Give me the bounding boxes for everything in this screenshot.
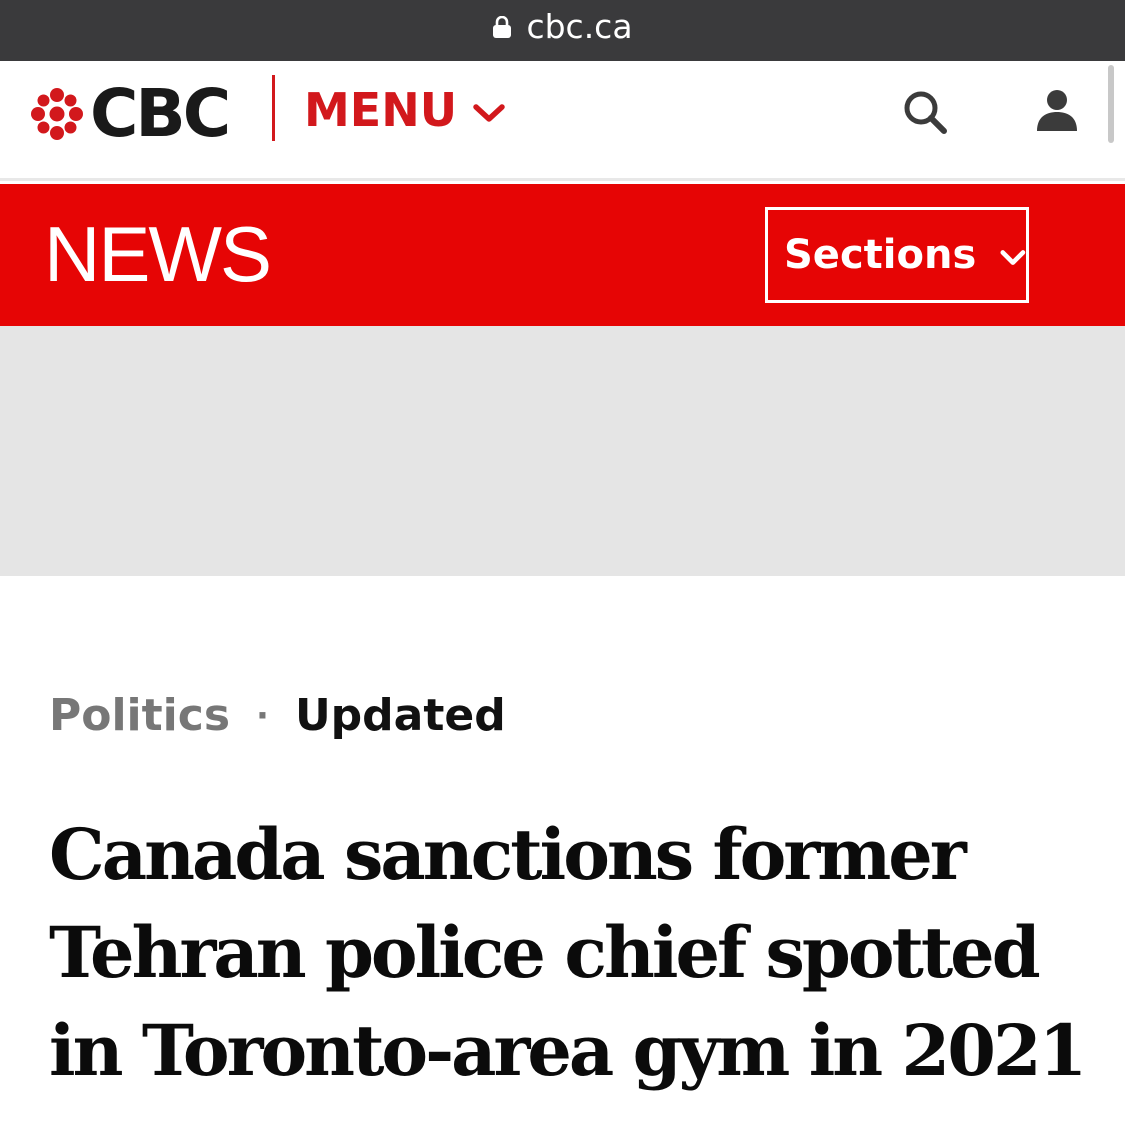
article-meta: Politics · Updated [49, 690, 506, 741]
account-icon[interactable] [1034, 87, 1080, 133]
search-icon[interactable] [902, 89, 948, 135]
updated-label: Updated [294, 690, 506, 741]
menu-label: MENU [304, 83, 458, 137]
category-link[interactable]: Politics [49, 690, 230, 741]
sections-label: Sections [784, 232, 977, 278]
article-headline: Canada sanctions former Tehran police ch… [49, 813, 1087, 1092]
meta-separator: · [256, 695, 269, 736]
site-header: CBC MENU [0, 61, 1125, 181]
url-text: cbc.ca [526, 7, 633, 46]
sections-button[interactable]: Sections [765, 207, 1029, 303]
browser-url-bar[interactable]: cbc.ca [0, 0, 1125, 61]
lock-icon [493, 15, 512, 38]
chevron-down-icon [473, 104, 505, 122]
header-divider [272, 75, 275, 141]
news-title[interactable]: NEWS [44, 214, 272, 294]
news-banner: NEWS Sections [0, 184, 1125, 326]
chevron-down-icon [1000, 250, 1026, 265]
cbc-gem-icon [31, 88, 83, 140]
ad-placeholder [0, 326, 1125, 576]
menu-button[interactable]: MENU [304, 83, 505, 137]
scrollbar[interactable] [1108, 65, 1114, 143]
cbc-logo[interactable]: CBC [30, 75, 231, 152]
cbc-wordmark: CBC [90, 75, 231, 152]
